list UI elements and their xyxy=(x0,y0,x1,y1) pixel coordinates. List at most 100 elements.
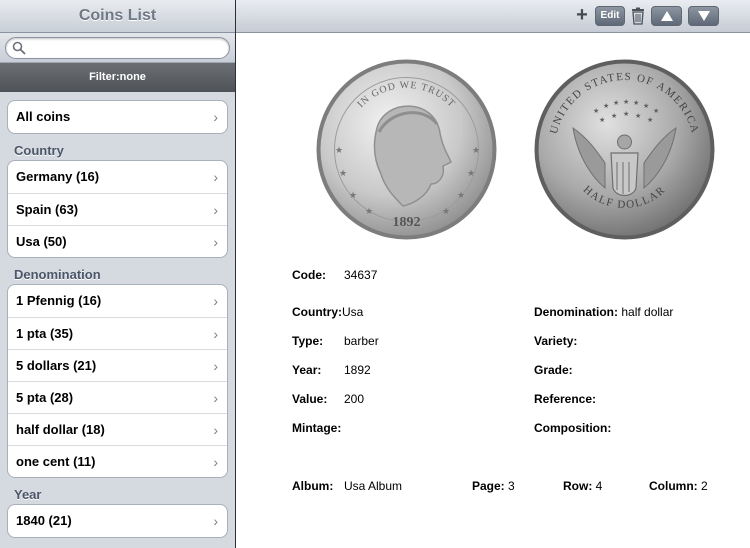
list-item-5-dollars[interactable]: 5 dollars (21) › xyxy=(8,349,227,381)
arrow-down-icon xyxy=(697,11,710,21)
list-item-label: Germany (16) xyxy=(16,169,100,184)
chevron-right-icon: › xyxy=(213,422,218,438)
grade-field: Grade: xyxy=(534,363,573,377)
svg-text:★: ★ xyxy=(442,207,450,217)
value-field: Value: 200 xyxy=(292,392,364,406)
chevron-right-icon: › xyxy=(213,234,218,250)
svg-text:★: ★ xyxy=(623,110,629,118)
list-item-label: All coins xyxy=(16,109,71,124)
list-item-one-cent[interactable]: one cent (11) › xyxy=(8,445,227,477)
svg-text:★: ★ xyxy=(593,107,599,115)
section-header-country: Country xyxy=(14,143,64,158)
search-box[interactable] xyxy=(5,37,230,59)
section-header-year: Year xyxy=(14,487,42,502)
svg-text:★: ★ xyxy=(349,191,357,201)
list-item-5-pta[interactable]: 5 pta (28) › xyxy=(8,381,227,413)
page-value: 3 xyxy=(508,479,515,493)
grade-label: Grade: xyxy=(534,363,573,377)
page-field: Page: 3 xyxy=(472,479,515,493)
code-value: 34637 xyxy=(344,268,378,282)
section-header-denomination: Denomination xyxy=(14,267,101,282)
list-item-label: 5 dollars (21) xyxy=(16,358,97,373)
composition-label: Composition: xyxy=(534,421,612,435)
variety-label: Variety: xyxy=(534,334,578,348)
add-icon[interactable]: + xyxy=(574,5,590,26)
type-label: Type: xyxy=(292,334,324,348)
svg-text:★: ★ xyxy=(623,98,629,106)
denomination-value: half dollar xyxy=(621,305,674,319)
next-button[interactable] xyxy=(688,6,719,26)
country-value: Usa xyxy=(342,305,364,319)
reference-field: Reference: xyxy=(534,392,596,406)
album-value: Usa Album xyxy=(344,479,403,493)
column-field: Column: 2 xyxy=(649,479,708,493)
svg-text:★: ★ xyxy=(472,146,480,156)
reference-label: Reference: xyxy=(534,392,597,406)
list-item-usa[interactable]: Usa (50) › xyxy=(8,225,227,257)
row-value: 4 xyxy=(595,479,603,493)
value-value: 200 xyxy=(344,392,365,406)
list-item-label: Spain (63) xyxy=(16,202,79,217)
list-item-1840[interactable]: 1840 (21) › xyxy=(8,505,227,537)
svg-text:★: ★ xyxy=(467,169,475,179)
trash-icon[interactable] xyxy=(631,7,645,25)
list-item-label: 5 pta (28) xyxy=(16,390,74,405)
svg-text:★: ★ xyxy=(613,99,619,107)
mintage-field: Mintage: xyxy=(292,421,341,435)
coin-reverse-image: ★★ ★ ★ ★ ★★ ★ ★ ★ ★ ★ UNITED STATES OF AMERICA H… xyxy=(534,59,715,240)
chevron-right-icon: › xyxy=(213,169,218,185)
code-label: Code: xyxy=(292,268,326,282)
denomination-group: 1 Pfennig (16) › 1 pta (35) › 5 dollars … xyxy=(7,284,228,478)
svg-text:★: ★ xyxy=(633,99,639,107)
album-label: Album: xyxy=(292,479,334,493)
row-field: Row: 4 xyxy=(563,479,602,493)
value-label: Value: xyxy=(292,392,328,406)
search-icon xyxy=(12,41,26,55)
edit-button[interactable]: Edit xyxy=(595,6,625,26)
denomination-field: Denomination: half dollar xyxy=(534,305,673,319)
list-item-half-dollar[interactable]: half dollar (18) › xyxy=(8,413,227,445)
all-coins-group: All coins › xyxy=(7,100,228,134)
chevron-right-icon: › xyxy=(213,202,218,218)
list-item-label: 1840 (21) xyxy=(16,513,72,528)
year-value: 1892 xyxy=(344,363,371,377)
chevron-right-icon: › xyxy=(213,390,218,406)
country-label: Country: xyxy=(292,305,342,319)
list-item-1-pta[interactable]: 1 pta (35) › xyxy=(8,317,227,349)
obverse-year: 1892 xyxy=(393,215,421,230)
svg-text:★: ★ xyxy=(643,102,649,110)
year-label: Year: xyxy=(292,363,322,377)
list-item-label: one cent (11) xyxy=(16,454,96,469)
chevron-right-icon: › xyxy=(213,109,218,125)
type-value: barber xyxy=(344,334,379,348)
list-item-all-coins[interactable]: All coins › xyxy=(8,101,227,133)
country-group: Germany (16) › Spain (63) › Usa (50) › xyxy=(7,160,228,258)
toolbar: + Edit xyxy=(236,0,750,33)
row-label: Row: xyxy=(563,479,593,493)
chevron-right-icon: › xyxy=(213,326,218,342)
year-field: Year: 1892 xyxy=(292,363,371,377)
search-input[interactable] xyxy=(28,40,221,56)
svg-text:★: ★ xyxy=(647,116,653,124)
list-item-label: 1 Pfennig (16) xyxy=(16,293,102,308)
list-item-germany[interactable]: Germany (16) › xyxy=(8,161,227,193)
list-item-label: Usa (50) xyxy=(16,234,67,249)
filter-bar[interactable]: Filter:none xyxy=(0,63,235,92)
type-field: Type: barber xyxy=(292,334,379,348)
previous-button[interactable] xyxy=(651,6,682,26)
svg-text:★: ★ xyxy=(339,169,347,179)
chevron-right-icon: › xyxy=(213,293,218,309)
coin-detail-view: + Edit IN GOD WE TRUST 1892 ★ ★ ★ ★ ★ ★ … xyxy=(236,0,750,548)
coins-list-sidebar: Coins List Filter:none All coins › Count… xyxy=(0,0,235,548)
list-item-spain[interactable]: Spain (63) › xyxy=(8,193,227,225)
album-field: Album: Usa Album xyxy=(292,479,402,493)
svg-text:★: ★ xyxy=(599,116,605,124)
list-item-1-pfennig[interactable]: 1 Pfennig (16) › xyxy=(8,285,227,317)
denomination-label: Denomination: xyxy=(534,305,618,319)
list-item-label: half dollar (18) xyxy=(16,422,105,437)
svg-text:★: ★ xyxy=(457,191,465,201)
search-bar xyxy=(0,33,235,63)
svg-text:★: ★ xyxy=(635,112,641,120)
chevron-right-icon: › xyxy=(213,358,218,374)
column-value: 2 xyxy=(701,479,708,493)
